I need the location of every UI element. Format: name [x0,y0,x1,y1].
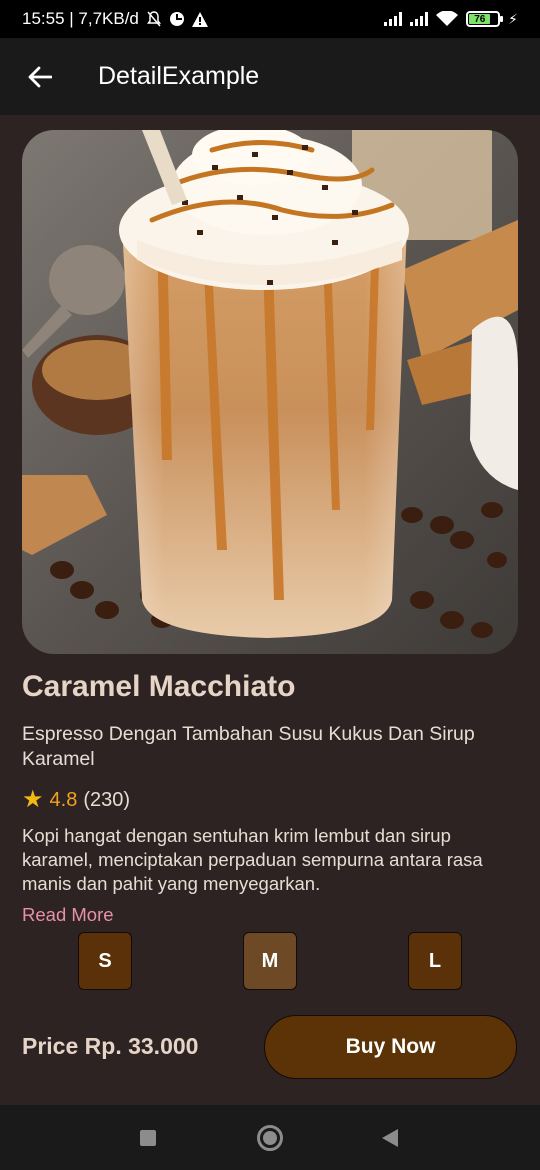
size-button-m[interactable]: M [243,932,297,990]
app-bar: DetailExample [0,38,540,115]
status-bar: 15:55 | 7,7KB/d 76 ⚡ [0,0,540,38]
home-icon[interactable] [257,1125,283,1151]
price-label: Price Rp. 33.000 [22,1033,199,1059]
battery-icon: 76 [466,11,504,27]
recents-icon[interactable] [140,1130,156,1146]
size-button-s[interactable]: S [78,932,132,990]
product-subtitle: Espresso Dengan Tambahan Susu Kukus Dan … [22,723,475,770]
product-name: Caramel Macchiato [22,670,296,703]
read-more-link[interactable]: Read More [22,904,114,926]
star-icon: ★ [22,786,44,813]
rating-value: 4.8 [49,788,78,811]
battery-level: 76 [469,14,491,25]
status-time: 15:55 | 7,7KB/d [22,9,139,28]
data-saver-icon [169,12,184,26]
signal-icon [410,12,429,26]
wifi-icon [436,11,459,26]
product-image [22,130,518,654]
arrow-left-icon [28,66,52,87]
notifications-off-icon [146,11,161,27]
charging-icon: ⚡ [508,10,518,27]
product-description: Kopi hangat dengan sentuhan krim lembut … [22,825,483,894]
signal-icon [384,12,403,26]
back-triangle-icon[interactable] [382,1129,398,1147]
rating-count: (230) [83,788,131,811]
page-title: DetailExample [98,62,260,90]
warning-icon [191,11,208,27]
system-nav-bar [0,1105,540,1170]
buy-now-button[interactable]: Buy Now [264,1015,517,1079]
back-button[interactable] [20,57,60,97]
size-button-l[interactable]: L [408,932,462,990]
rating: ★ 4.8 (230) [22,788,130,812]
